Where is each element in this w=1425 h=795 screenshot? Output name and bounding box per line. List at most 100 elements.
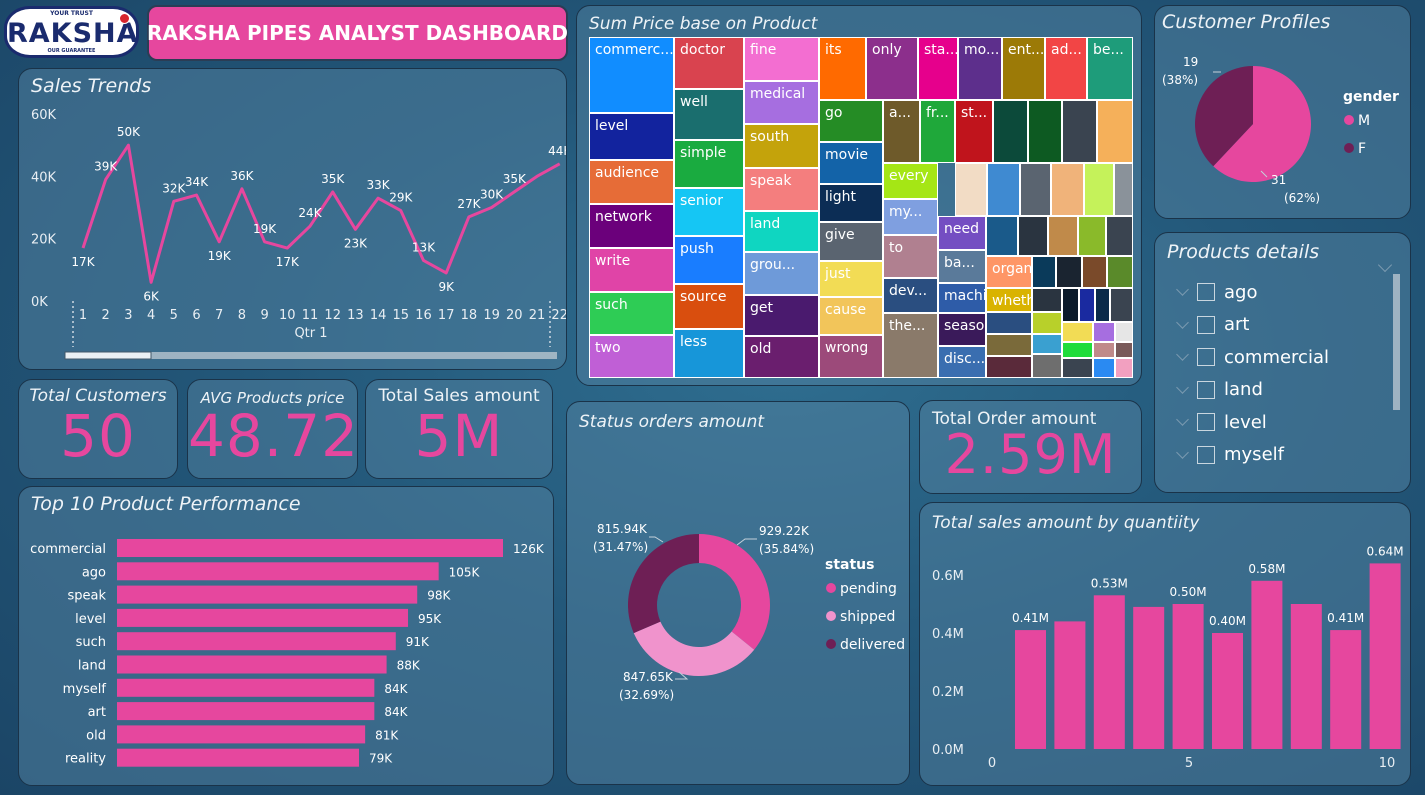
treemap-cell[interactable]: st... <box>955 100 993 163</box>
treemap-cell[interactable]: dev... <box>883 278 938 313</box>
treemap-cell[interactable] <box>1028 100 1062 163</box>
treemap-cell[interactable] <box>1032 256 1056 288</box>
treemap-cell[interactable]: just <box>819 261 883 297</box>
treemap-cell[interactable] <box>986 334 1032 356</box>
treemap-cell[interactable] <box>1018 216 1048 256</box>
treemap-cell[interactable]: get <box>744 295 819 336</box>
treemap-cell[interactable] <box>1114 163 1133 216</box>
treemap-cell[interactable] <box>986 216 1018 256</box>
treemap-cell[interactable] <box>1062 342 1093 358</box>
slicer-item[interactable]: land <box>1155 375 1263 405</box>
treemap-cell[interactable] <box>1110 288 1133 322</box>
slicer-item[interactable]: ago <box>1155 277 1257 307</box>
treemap-cell[interactable]: every <box>883 163 938 199</box>
treemap-cell[interactable]: organi... <box>986 256 1032 288</box>
treemap-cell[interactable] <box>1078 216 1106 256</box>
treemap-cell[interactable] <box>1062 100 1097 163</box>
top10-chart[interactable]: commercial 126K ago 105K speak 98K level 95K suc… <box>19 487 554 786</box>
treemap-cell[interactable]: fine <box>744 37 819 81</box>
treemap-cell[interactable] <box>1093 342 1115 358</box>
treemap-cell[interactable] <box>955 163 987 216</box>
treemap-cell[interactable] <box>1079 288 1095 322</box>
expand-chevron-icon[interactable] <box>1175 317 1191 333</box>
status-donut-chart[interactable]: 929.22K (35.84%) 815.94K (31.47%) 847.65… <box>567 402 910 785</box>
treemap-cell[interactable]: south <box>744 124 819 168</box>
treemap-cell[interactable]: old <box>744 336 819 378</box>
treemap-cell[interactable]: mo... <box>958 37 1002 100</box>
treemap-cell[interactable] <box>1032 354 1062 378</box>
treemap-cell[interactable] <box>1115 358 1133 378</box>
treemap-cell[interactable]: less <box>674 329 744 378</box>
expand-chevron-icon[interactable] <box>1175 382 1191 398</box>
treemap-cell[interactable] <box>1115 342 1133 358</box>
treemap-cell[interactable] <box>1107 256 1133 288</box>
treemap-cell[interactable]: two <box>589 335 674 378</box>
treemap-cell[interactable]: well <box>674 89 744 140</box>
treemap-cell[interactable]: wrong <box>819 335 883 378</box>
treemap-cell[interactable]: movie <box>819 142 883 184</box>
treemap-cell[interactable]: land <box>744 211 819 252</box>
treemap-cell[interactable]: network <box>589 204 674 248</box>
slicer-checkbox[interactable] <box>1197 283 1215 301</box>
treemap-cell[interactable] <box>1051 163 1084 216</box>
treemap-cell[interactable]: to <box>883 235 938 278</box>
sales-trends-chart[interactable]: 60K40K20K0K 17K39K50K6K32K 34K19K36K19K17… <box>19 69 567 370</box>
treemap-cell[interactable]: source <box>674 284 744 329</box>
treemap-cell[interactable]: commerc... <box>589 37 674 113</box>
treemap-cell[interactable]: audience <box>589 160 674 204</box>
treemap-cell[interactable] <box>1093 322 1115 342</box>
treemap-cell[interactable] <box>1097 100 1133 163</box>
slicer-checkbox[interactable] <box>1197 348 1215 366</box>
expand-chevron-icon[interactable] <box>1175 414 1191 430</box>
treemap-cell[interactable] <box>1032 334 1062 354</box>
slicer-checkbox[interactable] <box>1197 413 1215 431</box>
treemap-cell[interactable]: my... <box>883 199 938 235</box>
slicer-item[interactable]: commercial <box>1155 342 1329 372</box>
treemap-cell[interactable]: grou... <box>744 252 819 295</box>
treemap-cell[interactable]: season <box>938 313 986 346</box>
treemap-cell[interactable]: the... <box>883 313 938 378</box>
slicer-collapse-chevron-icon[interactable] <box>1377 257 1393 273</box>
treemap-cell[interactable]: ba... <box>938 250 986 283</box>
treemap-cell[interactable]: light <box>819 184 883 222</box>
treemap-cell[interactable] <box>1032 288 1062 312</box>
slicer-item[interactable]: level <box>1155 407 1267 437</box>
expand-chevron-icon[interactable] <box>1175 284 1191 300</box>
treemap-cell[interactable] <box>1095 288 1110 322</box>
treemap-cell[interactable] <box>1082 256 1107 288</box>
slicer-checkbox[interactable] <box>1197 445 1215 464</box>
treemap-cell[interactable]: go <box>819 100 883 142</box>
treemap-cell[interactable] <box>1048 216 1078 256</box>
treemap-cell[interactable]: be... <box>1087 37 1133 100</box>
treemap-cell[interactable]: machine <box>938 283 986 313</box>
treemap-cell[interactable] <box>993 100 1028 163</box>
treemap-cell[interactable] <box>1093 358 1115 378</box>
treemap-cell[interactable] <box>986 312 1032 334</box>
treemap-cell[interactable] <box>987 163 1020 216</box>
treemap-cell[interactable]: cause <box>819 297 883 335</box>
treemap-cell[interactable]: speak <box>744 168 819 211</box>
treemap-cell[interactable] <box>1106 216 1133 256</box>
expand-chevron-icon[interactable] <box>1175 349 1191 365</box>
treemap-cell[interactable]: need <box>938 216 986 250</box>
slicer-checkbox[interactable] <box>1197 380 1215 399</box>
treemap-cell[interactable]: senior <box>674 188 744 236</box>
treemap-cell[interactable]: its <box>819 37 866 100</box>
treemap-cell[interactable]: disc... <box>938 346 986 378</box>
gender-pie-chart[interactable]: 19 (38%) 31 (62%) gender M F <box>1155 6 1411 219</box>
treemap-cell[interactable] <box>1032 312 1062 334</box>
treemap-cell[interactable]: give <box>819 222 883 261</box>
treemap-cell[interactable] <box>1062 322 1093 342</box>
treemap-cell[interactable] <box>1062 358 1093 378</box>
treemap-cell[interactable] <box>1084 163 1114 216</box>
scrollbar-thumb[interactable] <box>64 351 152 360</box>
treemap-cell[interactable] <box>986 356 1032 378</box>
treemap-chart[interactable]: commerc... doctor fine its only sta... mo... en… <box>589 37 1133 378</box>
slicer-item[interactable]: art <box>1155 310 1250 340</box>
treemap-cell[interactable]: level <box>589 113 674 160</box>
qty-bar-chart[interactable]: 0.6M 0.4M 0.2M 0.0M 0.41M 0.53M 0.50M 0.40M 0.58… <box>920 503 1411 786</box>
treemap-cell[interactable]: write <box>589 248 674 292</box>
treemap-cell[interactable]: doctor <box>674 37 744 89</box>
treemap-cell[interactable] <box>1115 322 1133 342</box>
treemap-cell[interactable]: ent... <box>1002 37 1045 100</box>
